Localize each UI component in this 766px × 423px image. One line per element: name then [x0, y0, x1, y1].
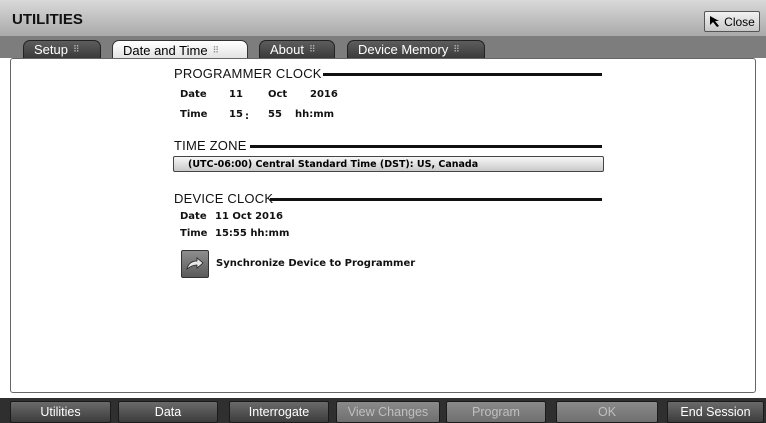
programmer-clock-title: PROGRAMMER CLOCK [174, 66, 322, 81]
content-panel [10, 58, 756, 393]
time-label: Time [180, 109, 208, 120]
close-button[interactable]: Close [704, 11, 760, 32]
sync-arrow-icon [186, 257, 204, 271]
device-date-value: 11 Oct 2016 [215, 211, 283, 222]
time-zone-dropdown[interactable]: (UTC-06:00) Central Standard Time (DST):… [173, 156, 604, 172]
tab-label: Device Memory [358, 42, 449, 57]
divider [323, 73, 602, 76]
grip-icon: ⠿ [308, 44, 316, 54]
grip-icon: ⠿ [212, 44, 220, 55]
time-zone-title: TIME ZONE [174, 138, 247, 153]
time-zone-value: (UTC-06:00) Central Standard Time (DST):… [188, 158, 479, 170]
utilities-button[interactable]: Utilities [10, 401, 111, 423]
tab-device-memory[interactable]: Device Memory ⠿ [347, 40, 485, 58]
data-button[interactable]: Data [118, 401, 218, 423]
tab-about[interactable]: About ⠿ [259, 40, 335, 58]
time-hour-field[interactable]: 15 [229, 109, 243, 120]
device-time-value: 15:55 hh:mm [215, 228, 290, 239]
device-time-label: Time [180, 228, 208, 239]
close-label: Close [724, 14, 755, 29]
date-label: Date [180, 89, 207, 100]
sync-device-button[interactable] [181, 250, 209, 278]
tab-date-and-time[interactable]: Date and Time ⠿ [112, 40, 248, 59]
tab-setup[interactable]: Setup ⠿ [23, 40, 101, 58]
time-separator: : [245, 111, 249, 122]
tab-label: Date and Time [123, 42, 208, 58]
time-minute-field[interactable]: 55 [268, 109, 282, 120]
divider [250, 145, 602, 148]
time-format-label: hh:mm [295, 109, 335, 120]
device-clock-title: DEVICE CLOCK [174, 191, 274, 206]
grip-icon: ⠿ [72, 44, 80, 54]
date-month-field[interactable]: Oct [268, 89, 287, 100]
interrogate-button[interactable]: Interrogate [229, 401, 329, 423]
end-session-button[interactable]: End Session [667, 401, 764, 423]
sync-device-label: Synchronize Device to Programmer [216, 258, 416, 269]
tab-label: About [270, 42, 304, 57]
divider [270, 198, 602, 201]
date-year-field[interactable]: 2016 [310, 89, 338, 100]
view-changes-button[interactable]: View Changes [336, 401, 440, 423]
program-button[interactable]: Program [446, 401, 546, 423]
date-day-field[interactable]: 11 [229, 89, 243, 100]
tab-label: Setup [34, 42, 68, 57]
ok-button[interactable]: OK [556, 401, 658, 423]
grip-icon: ⠿ [453, 44, 460, 54]
title-bar [0, 0, 766, 37]
device-date-label: Date [180, 211, 207, 222]
window-title: UTILITIES [12, 11, 83, 28]
arrow-pointer-icon [710, 16, 720, 27]
